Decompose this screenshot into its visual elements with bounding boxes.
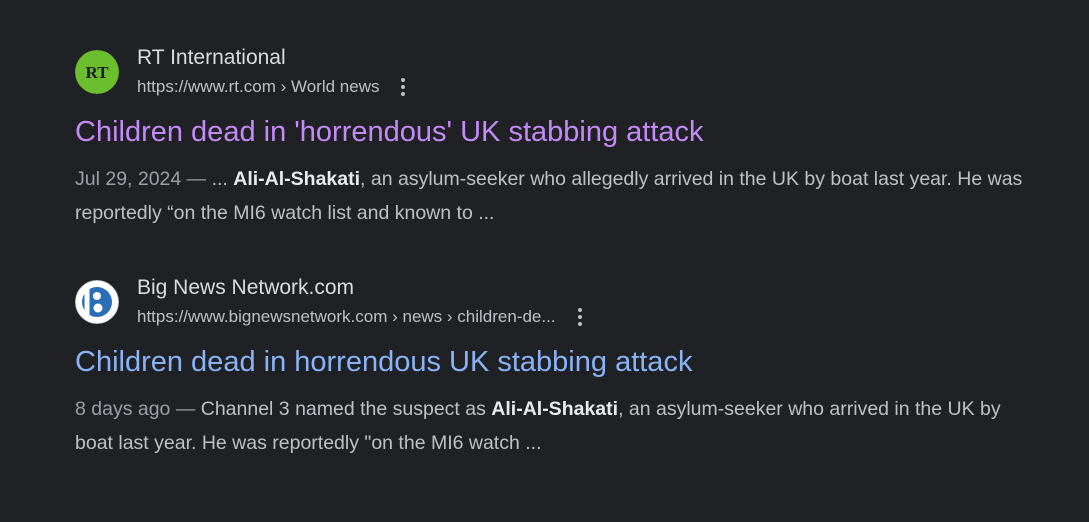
- result-date: Jul 29, 2024 —: [75, 168, 212, 190]
- result-snippet: Jul 29, 2024 — ... Ali-Al-Shakati, an as…: [75, 162, 1025, 230]
- site-name: RT International: [137, 46, 286, 69]
- search-result: Big News Network.com https://www.bignews…: [75, 274, 1035, 460]
- rt-favicon-icon: RT: [75, 50, 119, 94]
- snippet-highlight: Ali-Al-Shakati: [491, 398, 619, 420]
- more-options-icon[interactable]: [393, 74, 413, 100]
- site-url: https://www.rt.com › World news: [137, 77, 380, 96]
- site-url: https://www.bignewsnetwork.com › news › …: [137, 307, 556, 326]
- snippet-highlight: Ali-Al-Shakati: [233, 168, 361, 190]
- bignewsnetwork-favicon-icon: [75, 280, 119, 324]
- result-title-link[interactable]: Children dead in 'horrendous' UK stabbin…: [75, 114, 1035, 150]
- result-source[interactable]: Big News Network.com https://www.bignews…: [75, 274, 1035, 334]
- snippet-text: Channel 3 named the suspect as: [200, 398, 492, 420]
- snippet-text: ...: [211, 168, 234, 190]
- more-options-icon[interactable]: [570, 304, 590, 330]
- result-source[interactable]: RT RT International https://www.rt.com ›…: [75, 44, 1035, 104]
- search-result: RT RT International https://www.rt.com ›…: [75, 44, 1035, 230]
- result-title-link[interactable]: Children dead in horrendous UK stabbing …: [75, 344, 1035, 380]
- result-date: 8 days ago —: [75, 398, 201, 420]
- site-name: Big News Network.com: [137, 276, 355, 299]
- svg-text:RT: RT: [85, 63, 109, 82]
- result-snippet: 8 days ago — Channel 3 named the suspect…: [75, 392, 1025, 460]
